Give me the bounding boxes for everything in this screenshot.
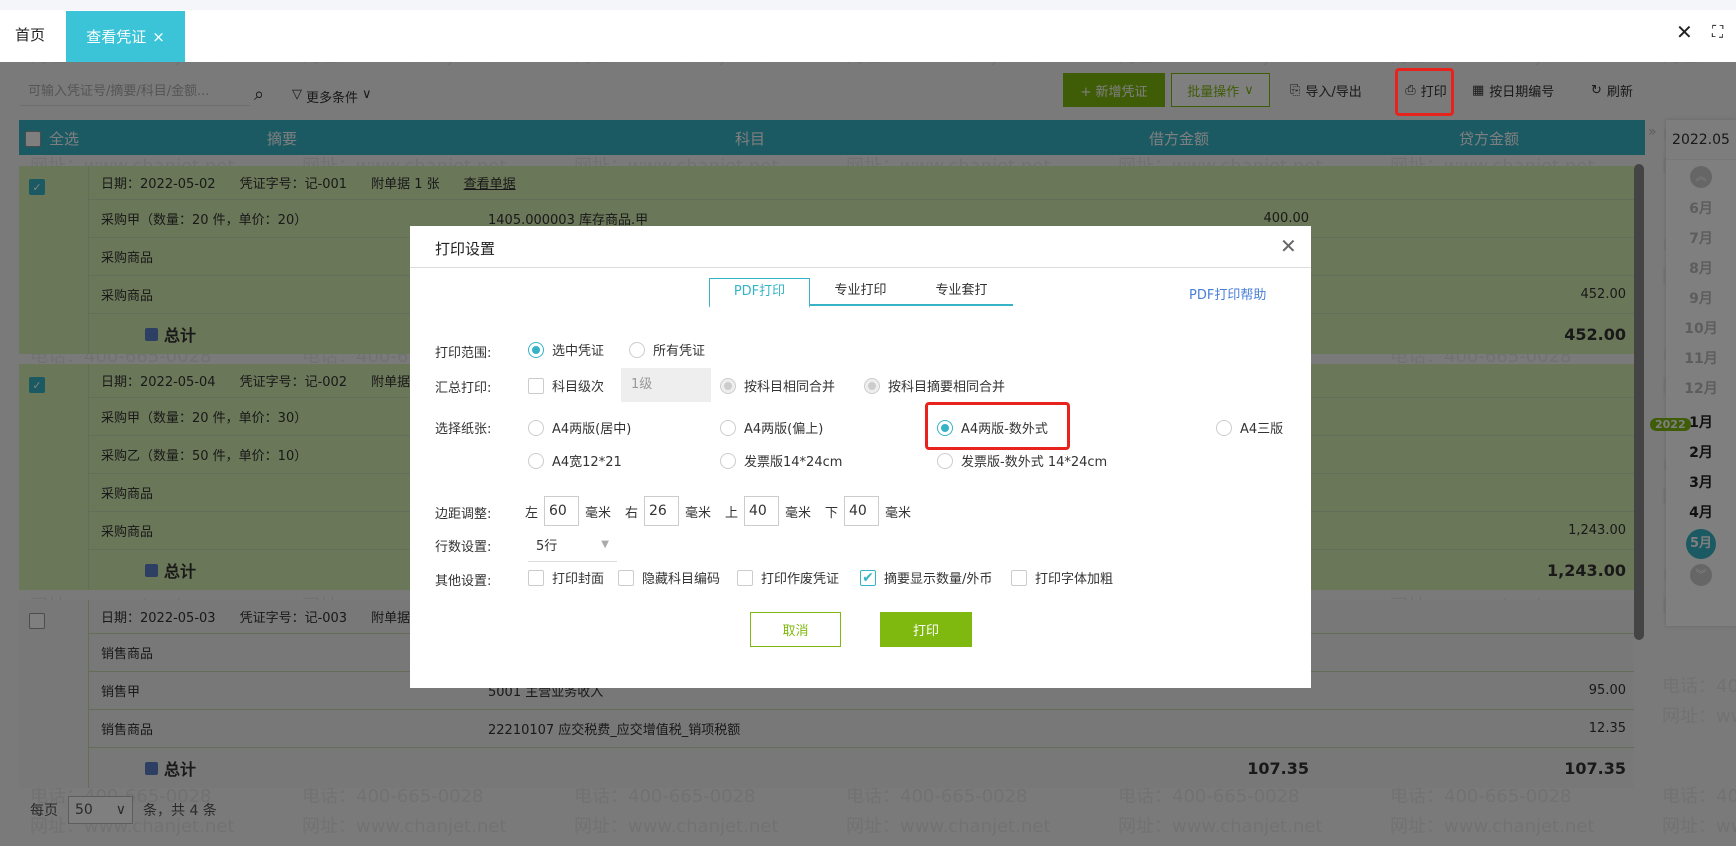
paper-a4-wide[interactable]: A4宽12*21 [528,451,622,470]
close-tab-icon[interactable]: × [152,28,165,46]
opt-print-void[interactable]: 打印作废凭证 [737,568,839,587]
top-strip [0,0,1736,10]
radio-icon [720,377,736,394]
radio-icon [864,377,880,394]
caret-down-icon: ▼ [601,539,609,550]
range-all[interactable]: 所有凭证 [629,340,705,359]
print-settings-dialog: 打印设置 ✕ PDF打印 专业打印 专业套打 PDF打印帮助 打印范围: 选中凭… [410,226,1311,688]
radio-icon [528,419,544,436]
option-label: A4宽12*21 [552,455,622,470]
margin-left: 左 60 毫米 [525,496,611,526]
divider [410,267,1311,268]
tab-view-voucher[interactable]: 查看凭证 × [66,11,185,62]
level-select[interactable]: 1级 [621,368,711,402]
opt-print-cover[interactable]: 打印封面 [528,568,604,587]
radio-icon [1216,419,1232,436]
radio-icon [528,341,544,358]
option-label: 选中凭证 [552,344,605,359]
option-label: 按科目相同合并 [744,380,836,395]
radio-icon [629,341,645,358]
merge-same-account[interactable]: 按科目相同合并 [720,376,835,395]
tab-pro-print[interactable]: 专业打印 [810,278,911,304]
checkbox-icon [737,569,753,586]
rows-select[interactable]: 5行 ▼ [528,528,617,562]
range-selected[interactable]: 选中凭证 [528,340,604,359]
option-label: 打印封面 [552,572,605,587]
opt-bold-font[interactable]: 打印字体加粗 [1011,568,1113,587]
level-checkbox[interactable]: 科目级次 [528,376,604,395]
option-label: 打印字体加粗 [1035,572,1114,587]
side-label: 上 [725,505,739,521]
margin-label: 边距调整: [435,507,492,522]
paper-invoice[interactable]: 发票版14*24cm [720,451,842,470]
summary-label: 汇总打印: [435,381,492,396]
opt-hide-code[interactable]: 隐藏科目编码 [618,568,720,587]
option-label: 隐藏科目编码 [642,572,721,587]
margin-top: 上 40 毫米 [725,496,811,526]
checkbox-icon [1011,569,1027,586]
radio-icon [937,452,953,469]
margin-left-input[interactable]: 60 [544,496,580,526]
opt-show-quantity[interactable]: ✔ 摘要显示数量/外币 [860,568,992,587]
print-tabs: PDF打印 专业打印 专业套打 [709,278,1013,308]
option-label: A4两版(居中) [552,422,632,437]
paper-label: 选择纸张: [435,422,492,437]
paper-a4-center[interactable]: A4两版(居中) [528,418,631,437]
pdf-help-link[interactable]: PDF打印帮助 [1189,284,1266,303]
radio-icon [720,419,736,436]
other-label: 其他设置: [435,574,492,589]
tab-home[interactable]: 首页 [15,24,45,45]
close-icon[interactable]: ✕ [1280,234,1297,258]
tab-template-print[interactable]: 专业套打 [911,278,1012,304]
option-label: 所有凭证 [653,344,706,359]
margin-top-input[interactable]: 40 [744,496,780,526]
option-label: 发票版-数外式 14*24cm [961,455,1108,470]
checkbox-icon [528,569,544,586]
dialog-title: 打印设置 [435,240,496,258]
option-label: 科目级次 [552,380,605,395]
option-label: A4两版(偏上) [744,422,824,437]
margin-bottom: 下 40 毫米 [825,496,911,526]
margin-right-input[interactable]: 26 [644,496,680,526]
radio-icon [528,452,544,469]
paper-a4-top[interactable]: A4两版(偏上) [720,418,823,437]
tab-pdf-print[interactable]: PDF打印 [709,278,810,308]
option-label: 摘要显示数量/外币 [884,572,993,587]
margin-bottom-input[interactable]: 40 [844,496,880,526]
option-label: 按科目摘要相同合并 [888,380,1006,395]
checkbox-icon [618,569,634,586]
checkmark-icon: ✔ [860,569,876,586]
side-label: 右 [625,505,639,521]
confirm-print-button[interactable]: 打印 [880,612,972,647]
unit-label: 毫米 [685,505,712,521]
unit-label: 毫米 [885,505,912,521]
cancel-button[interactable]: 取消 [750,612,841,647]
range-label: 打印范围: [435,346,492,361]
close-icon[interactable]: ✕ [1676,20,1693,44]
merge-account-summary[interactable]: 按科目摘要相同合并 [864,376,1005,395]
highlight-box [925,402,1070,450]
paper-a4-three[interactable]: A4三版 [1216,418,1283,437]
rows-label: 行数设置: [435,540,492,555]
checkbox-icon [528,377,544,394]
top-bar: 首页 查看凭证 × ✕ ⛶ [0,0,1736,62]
unit-label: 毫米 [585,505,612,521]
paper-invoice-external[interactable]: 发票版-数外式 14*24cm [937,451,1107,470]
tab-label: 查看凭证 [86,28,147,46]
side-label: 下 [825,505,839,521]
option-label: 发票版14*24cm [744,455,843,470]
option-label: 打印作废凭证 [761,572,840,587]
option-label: A4三版 [1240,422,1284,437]
radio-icon [720,452,736,469]
side-label: 左 [525,505,539,521]
fullscreen-icon[interactable]: ⛶ [1712,22,1723,42]
highlight-box [1395,68,1454,116]
unit-label: 毫米 [785,505,812,521]
rows-value: 5行 [536,539,558,554]
margin-right: 右 26 毫米 [625,496,711,526]
